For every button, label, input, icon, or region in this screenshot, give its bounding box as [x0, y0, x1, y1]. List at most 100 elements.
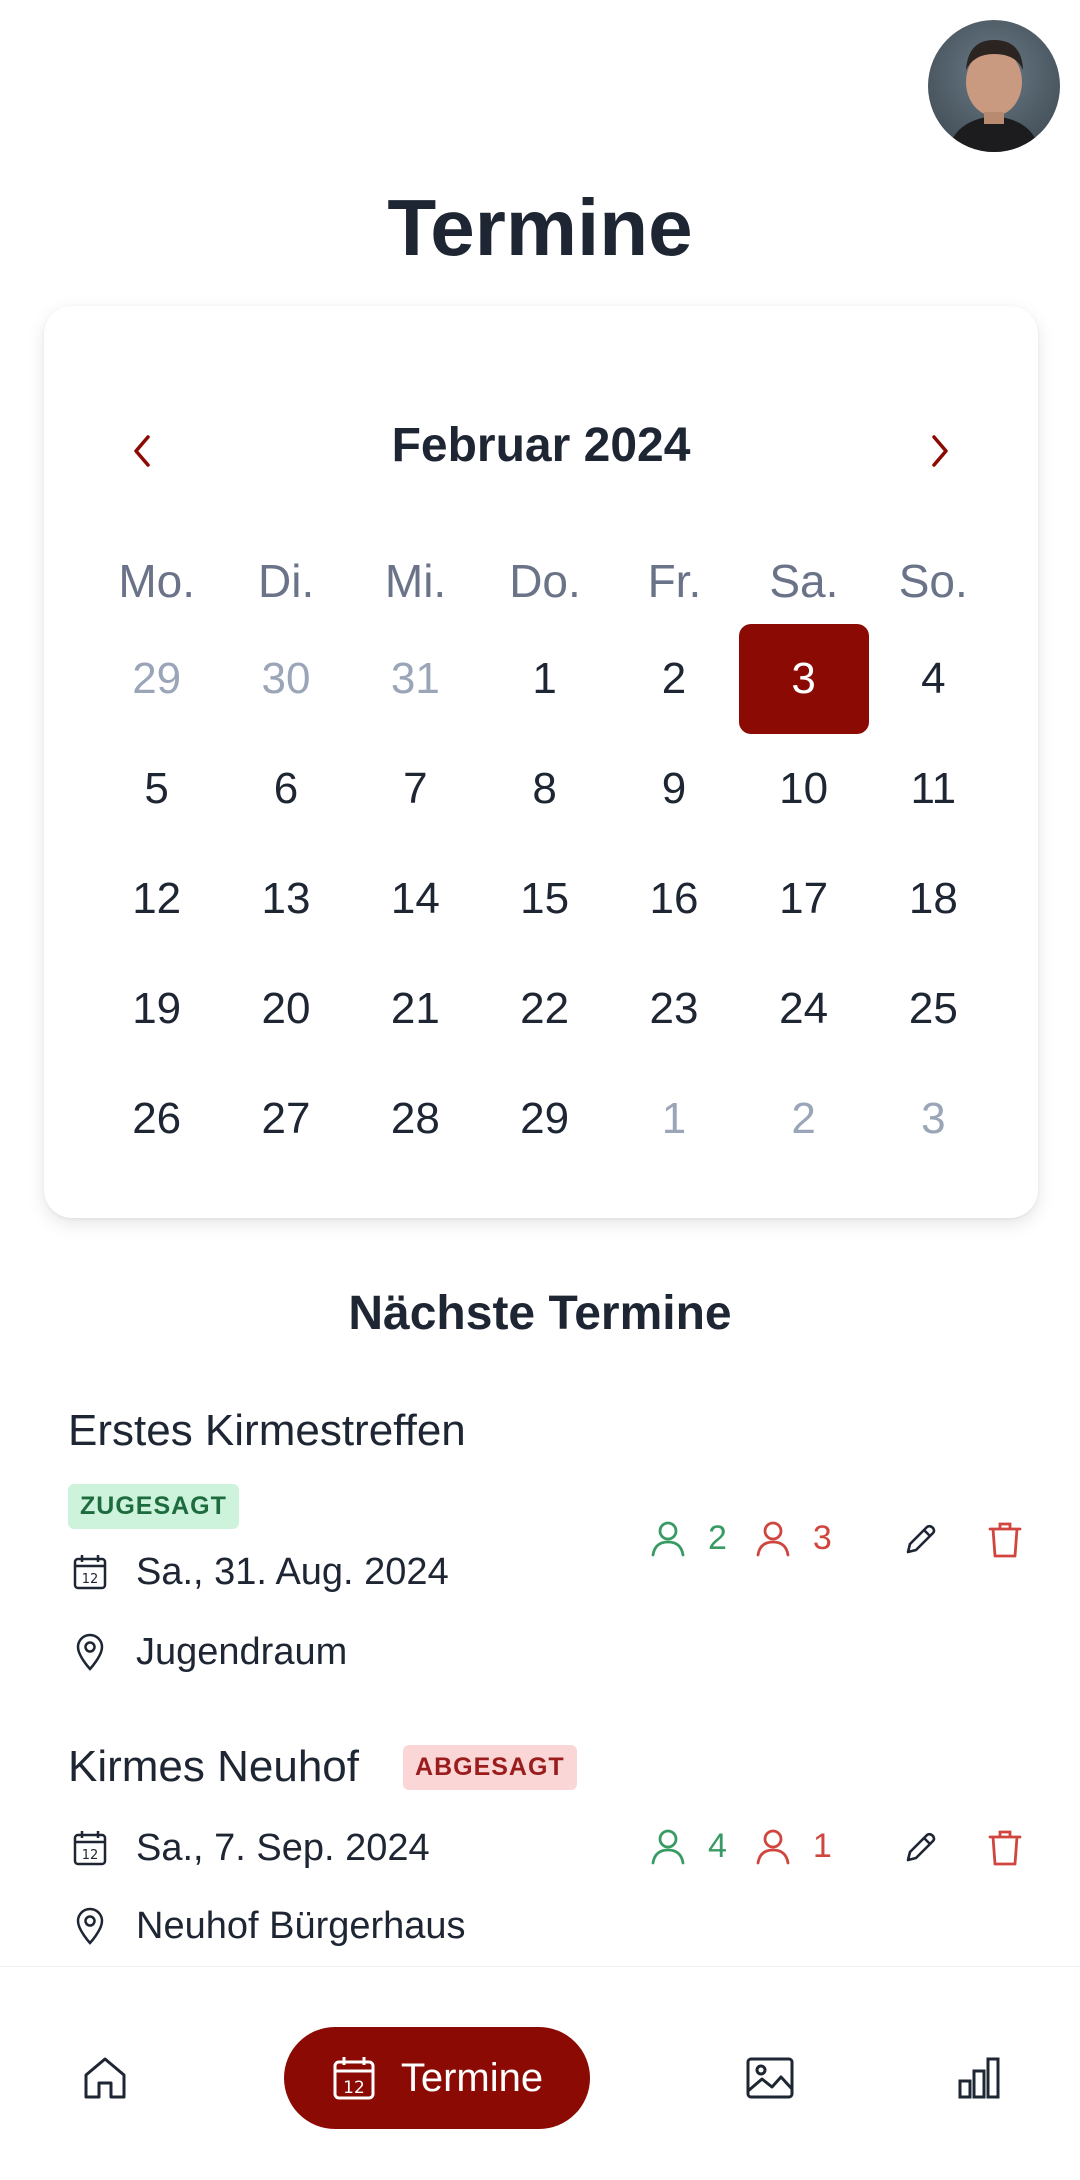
- svg-text:12: 12: [343, 2078, 365, 2098]
- bar-chart-icon: [958, 2057, 1000, 2099]
- nav-gallery[interactable]: [735, 2043, 805, 2113]
- calendar-day[interactable]: 28: [351, 1064, 480, 1174]
- avatar[interactable]: [928, 20, 1060, 152]
- calendar-day[interactable]: 11: [869, 734, 998, 844]
- calendar-day[interactable]: 27: [221, 1064, 350, 1174]
- user-icon: [651, 1521, 685, 1557]
- calendar-day-number: 26: [132, 1094, 182, 1143]
- next-month-button[interactable]: [910, 416, 970, 486]
- nav-termine[interactable]: 12 Termine: [284, 2027, 590, 2129]
- calendar-day[interactable]: 1: [480, 624, 609, 734]
- calendar-day-number: 4: [921, 654, 946, 703]
- calendar-day-number: 23: [649, 984, 699, 1033]
- event-date-row: 12 Sa., 31. Aug. 2024: [68, 1550, 449, 1594]
- calendar-day[interactable]: 10: [739, 734, 869, 844]
- calendar-day[interactable]: 20: [221, 954, 350, 1064]
- trash-icon: [988, 1830, 1022, 1866]
- calendar-day[interactable]: 31: [351, 624, 480, 734]
- pencil-icon: [906, 1524, 936, 1554]
- calendar-day[interactable]: 2: [609, 624, 738, 734]
- calendar-day[interactable]: 7: [351, 734, 480, 844]
- edit-button[interactable]: [895, 1515, 945, 1565]
- calendar-day[interactable]: 22: [480, 954, 609, 1064]
- calendar-day-number: 8: [532, 764, 557, 813]
- event-date: Sa., 7. Sep. 2024: [136, 1826, 430, 1869]
- calendar-day-number: 20: [261, 984, 311, 1033]
- calendar-day[interactable]: 15: [480, 844, 609, 954]
- nav-statistics[interactable]: [944, 2043, 1014, 2113]
- calendar-day-number: 21: [390, 984, 440, 1033]
- calendar-day[interactable]: 8: [480, 734, 609, 844]
- calendar-day[interactable]: 16: [609, 844, 738, 954]
- calendar-day-number: 18: [908, 874, 958, 923]
- calendar-day[interactable]: 18: [869, 844, 998, 954]
- calendar-day-number: 5: [144, 764, 169, 813]
- calendar-day[interactable]: 23: [609, 954, 738, 1064]
- delete-button[interactable]: [980, 1823, 1030, 1873]
- calendar-day-number: 16: [649, 874, 699, 923]
- user-icon: [756, 1829, 790, 1865]
- calendar-day-number: 27: [261, 1094, 311, 1143]
- weekday-label: Di.: [258, 555, 315, 607]
- calendar-day-number: 10: [779, 764, 829, 813]
- calendar-icon: 12: [68, 1550, 112, 1594]
- page-title: Termine: [387, 183, 693, 272]
- calendar-day-selected[interactable]: 3: [738, 624, 869, 734]
- svg-text:12: 12: [82, 1848, 99, 1863]
- calendar-day[interactable]: 4: [869, 624, 998, 734]
- calendar-day[interactable]: 13: [221, 844, 350, 954]
- delete-button[interactable]: [980, 1515, 1030, 1565]
- weekday-label: Fr.: [647, 555, 702, 607]
- calendar-day[interactable]: 12: [92, 844, 221, 954]
- svg-text:12: 12: [82, 1572, 99, 1587]
- event-date: Sa., 31. Aug. 2024: [136, 1550, 449, 1593]
- calendar-day-number: 11: [910, 764, 957, 813]
- pencil-icon: [906, 1832, 936, 1862]
- home-icon: [84, 2057, 126, 2099]
- event-item[interactable]: Kirmes Neuhof ABGESAGT 12 Sa., 7. Sep. 2…: [68, 1734, 1028, 1964]
- weekday-label: Mo.: [118, 555, 196, 607]
- calendar-day[interactable]: 6: [221, 734, 350, 844]
- event-title: Erstes Kirmestreffen: [68, 1406, 466, 1455]
- calendar-day-number: 14: [390, 874, 440, 923]
- calendar-day[interactable]: 2: [739, 1064, 869, 1174]
- calendar-day[interactable]: 30: [221, 624, 350, 734]
- calendar-day-number: 6: [273, 764, 299, 813]
- chevron-right-icon: [932, 435, 948, 467]
- calendar-day[interactable]: 29: [480, 1064, 609, 1174]
- user-icon: [651, 1829, 685, 1865]
- attendance-stats: 2 3: [648, 1518, 832, 1558]
- calendar-day[interactable]: 17: [739, 844, 869, 954]
- edit-button[interactable]: [895, 1823, 945, 1873]
- calendar-day[interactable]: 26: [92, 1064, 221, 1174]
- calendar-icon: 12: [68, 1826, 112, 1870]
- calendar-day-number: 1: [532, 654, 557, 703]
- nav-home[interactable]: [70, 2043, 140, 2113]
- calendar-day[interactable]: 29: [92, 624, 221, 734]
- calendar-day-number: 22: [520, 984, 570, 1033]
- section-title: Nächste Termine: [348, 1287, 732, 1340]
- calendar-day[interactable]: 5: [92, 734, 221, 844]
- event-item[interactable]: Erstes Kirmestreffen ZUGESAGT 12 Sa., 31…: [68, 1398, 1028, 1688]
- calendar-day[interactable]: 25: [869, 954, 998, 1064]
- calendar-day[interactable]: 9: [609, 734, 738, 844]
- calendar-day[interactable]: 19: [92, 954, 221, 1064]
- event-location: Neuhof Bürgerhaus: [136, 1904, 466, 1947]
- calendar-day[interactable]: 14: [351, 844, 480, 954]
- location-pin-icon: [68, 1904, 112, 1948]
- weekday-label: So.: [898, 555, 968, 607]
- calendar-day[interactable]: 24: [739, 954, 869, 1064]
- accepted-count: 4: [708, 1826, 727, 1865]
- calendar-day[interactable]: 1: [609, 1064, 738, 1174]
- calendar-day[interactable]: 21: [351, 954, 480, 1064]
- calendar-day-number: 28: [390, 1094, 440, 1143]
- calendar-day[interactable]: 3: [869, 1064, 998, 1174]
- calendar-day-number: 13: [261, 874, 311, 923]
- calendar-day-number: 29: [520, 1094, 570, 1143]
- calendar-days-grid: 29 30 31 1 2 3 4 5 6 7 8 9 10 11 12 13 14 15 16 17 18 19 20 21 2…: [92, 624, 998, 1174]
- bottom-navigation: 12 Termine: [0, 1966, 1080, 2180]
- location-pin-icon: [68, 1630, 112, 1674]
- status-badge: ZUGESAGT: [68, 1484, 239, 1529]
- calendar-day-number: 2: [791, 1094, 816, 1143]
- image-icon: [746, 2057, 794, 2099]
